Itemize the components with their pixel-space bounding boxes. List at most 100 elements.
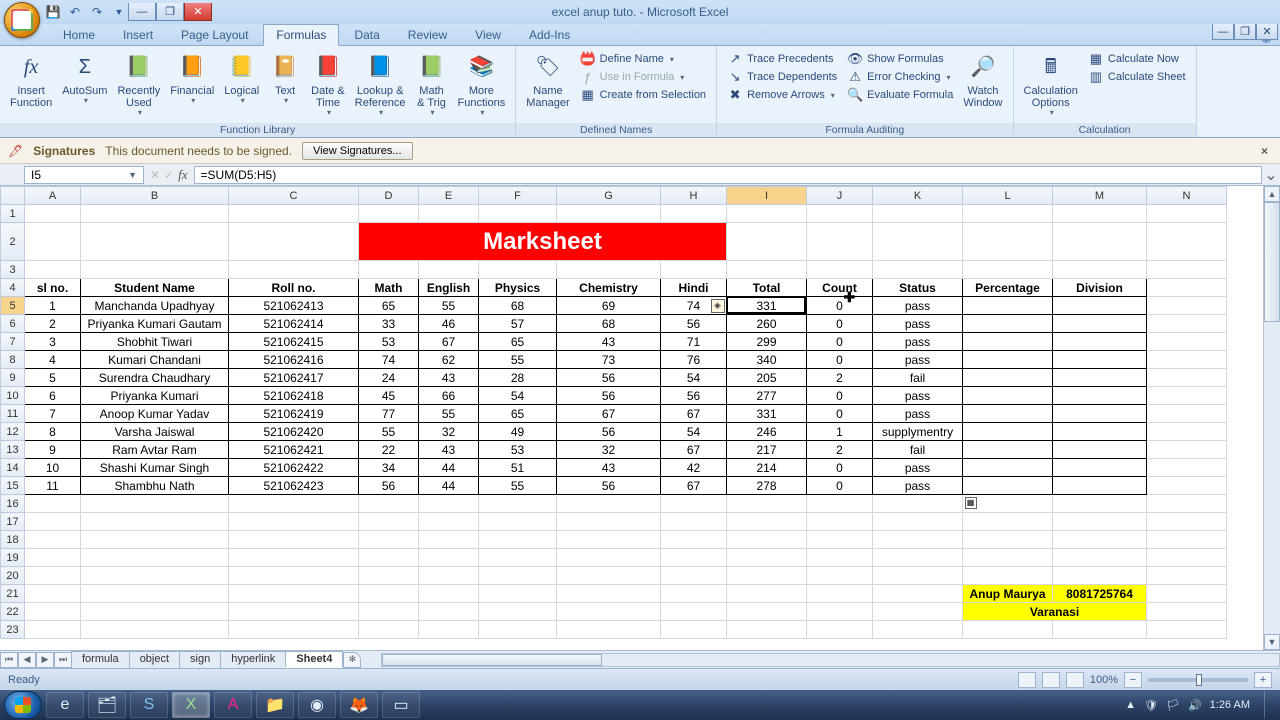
cell-D8[interactable]: 74 xyxy=(359,351,419,369)
cell-A8[interactable]: 4 xyxy=(25,351,81,369)
cell-C3[interactable] xyxy=(229,261,359,279)
cell-A3[interactable] xyxy=(25,261,81,279)
worksheet-grid[interactable]: ABCDEFGHIJKLMN12Marksheet34sl no.Student… xyxy=(0,186,1280,650)
cell-M20[interactable] xyxy=(1053,567,1147,585)
select-all-corner[interactable] xyxy=(1,187,25,205)
logical-button[interactable]: 📒Logical xyxy=(220,49,263,108)
qat-customize-icon[interactable]: ▼ xyxy=(110,3,128,21)
close-button[interactable]: ✕ xyxy=(184,3,212,21)
cell-G17[interactable] xyxy=(557,513,661,531)
cell-D17[interactable] xyxy=(359,513,419,531)
col-header-J[interactable]: J xyxy=(807,187,873,205)
sheet-tab-formula[interactable]: formula xyxy=(71,651,130,668)
expand-formula-bar-icon[interactable]: ⌄ xyxy=(1262,165,1280,185)
taskbar-folder-icon[interactable]: 📁 xyxy=(256,692,294,718)
row-header-12[interactable]: 12 xyxy=(1,423,25,441)
cell-M10[interactable] xyxy=(1053,387,1147,405)
remove-arrows-button[interactable]: ✖Remove Arrows xyxy=(727,87,837,103)
cell-H10[interactable]: 56 xyxy=(661,387,727,405)
cell-E10[interactable]: 66 xyxy=(419,387,479,405)
cell-B7[interactable]: Shobhit Tiwari xyxy=(81,333,229,351)
cell-F12[interactable]: 49 xyxy=(479,423,557,441)
cell-I20[interactable] xyxy=(727,567,807,585)
cell-H12[interactable]: 54 xyxy=(661,423,727,441)
cell-I3[interactable] xyxy=(727,261,807,279)
normal-view-button[interactable] xyxy=(1018,672,1036,688)
cell-I21[interactable] xyxy=(727,585,807,603)
cell-E13[interactable]: 43 xyxy=(419,441,479,459)
cancel-formula-icon[interactable]: ✕ xyxy=(150,168,160,182)
financial-button[interactable]: 📙Financial xyxy=(166,49,218,108)
cell-B8[interactable]: Kumari Chandani xyxy=(81,351,229,369)
page-layout-view-button[interactable] xyxy=(1042,672,1060,688)
cell-K13[interactable]: fail xyxy=(873,441,963,459)
cell-F16[interactable] xyxy=(479,495,557,513)
cell-H19[interactable] xyxy=(661,549,727,567)
cell-D9[interactable]: 24 xyxy=(359,369,419,387)
cell-N20[interactable] xyxy=(1147,567,1227,585)
fx-icon[interactable]: fx xyxy=(178,167,187,183)
cell-H7[interactable]: 71 xyxy=(661,333,727,351)
cell-G10[interactable]: 56 xyxy=(557,387,661,405)
cell-K11[interactable]: pass xyxy=(873,405,963,423)
cell-B9[interactable]: Surendra Chaudhary xyxy=(81,369,229,387)
col-header-K[interactable]: K xyxy=(873,187,963,205)
cell-D22[interactable] xyxy=(359,603,419,621)
cell-A7[interactable]: 3 xyxy=(25,333,81,351)
cell-D2[interactable]: Marksheet xyxy=(359,223,727,261)
col-header-E[interactable]: E xyxy=(419,187,479,205)
cell-A20[interactable] xyxy=(25,567,81,585)
cell-D7[interactable]: 53 xyxy=(359,333,419,351)
cell-I19[interactable] xyxy=(727,549,807,567)
row-header-7[interactable]: 7 xyxy=(1,333,25,351)
scroll-up-button[interactable]: ▲ xyxy=(1264,186,1280,202)
trace-dependents-button[interactable]: ↘Trace Dependents xyxy=(727,69,837,85)
cell-N15[interactable] xyxy=(1147,477,1227,495)
cell-J19[interactable] xyxy=(807,549,873,567)
cell-J9[interactable]: 2 xyxy=(807,369,873,387)
cell-C5[interactable]: 521062413 xyxy=(229,297,359,315)
cell-E6[interactable]: 46 xyxy=(419,315,479,333)
cell-A11[interactable]: 7 xyxy=(25,405,81,423)
cell-J8[interactable]: 0 xyxy=(807,351,873,369)
cell-N11[interactable] xyxy=(1147,405,1227,423)
cell-M14[interactable] xyxy=(1053,459,1147,477)
cell-G12[interactable]: 56 xyxy=(557,423,661,441)
minimize-button[interactable]: — xyxy=(128,3,156,21)
cell-N21[interactable] xyxy=(1147,585,1227,603)
cell-D3[interactable] xyxy=(359,261,419,279)
cell-H20[interactable] xyxy=(661,567,727,585)
cell-H21[interactable] xyxy=(661,585,727,603)
tab-review[interactable]: Review xyxy=(395,24,460,45)
cell-L10[interactable] xyxy=(963,387,1053,405)
cell-J12[interactable]: 1 xyxy=(807,423,873,441)
cell-N1[interactable] xyxy=(1147,205,1227,223)
cell-L19[interactable] xyxy=(963,549,1053,567)
cell-L22[interactable]: Varanasi xyxy=(963,603,1147,621)
row-header-1[interactable]: 1 xyxy=(1,205,25,223)
cell-K17[interactable] xyxy=(873,513,963,531)
cell-C23[interactable] xyxy=(229,621,359,639)
cell-C14[interactable]: 521062422 xyxy=(229,459,359,477)
zoom-slider[interactable] xyxy=(1148,678,1248,682)
cell-N6[interactable] xyxy=(1147,315,1227,333)
col-header-D[interactable]: D xyxy=(359,187,419,205)
cell-K22[interactable] xyxy=(873,603,963,621)
cell-G11[interactable]: 67 xyxy=(557,405,661,423)
cell-H14[interactable]: 42 xyxy=(661,459,727,477)
cell-D18[interactable] xyxy=(359,531,419,549)
cell-N9[interactable] xyxy=(1147,369,1227,387)
row-header-17[interactable]: 17 xyxy=(1,513,25,531)
calculate-now-button[interactable]: ▦Calculate Now xyxy=(1088,51,1186,67)
cell-M13[interactable] xyxy=(1053,441,1147,459)
cell-A19[interactable] xyxy=(25,549,81,567)
name-manager-button[interactable]: 🏷Name Manager xyxy=(522,49,573,111)
cell-C20[interactable] xyxy=(229,567,359,585)
cell-A14[interactable]: 10 xyxy=(25,459,81,477)
cell-D23[interactable] xyxy=(359,621,419,639)
cell-F10[interactable]: 54 xyxy=(479,387,557,405)
cell-H9[interactable]: 54 xyxy=(661,369,727,387)
cell-B2[interactable] xyxy=(81,223,229,261)
cell-I14[interactable]: 214 xyxy=(727,459,807,477)
zoom-percent[interactable]: 100% xyxy=(1090,674,1118,686)
